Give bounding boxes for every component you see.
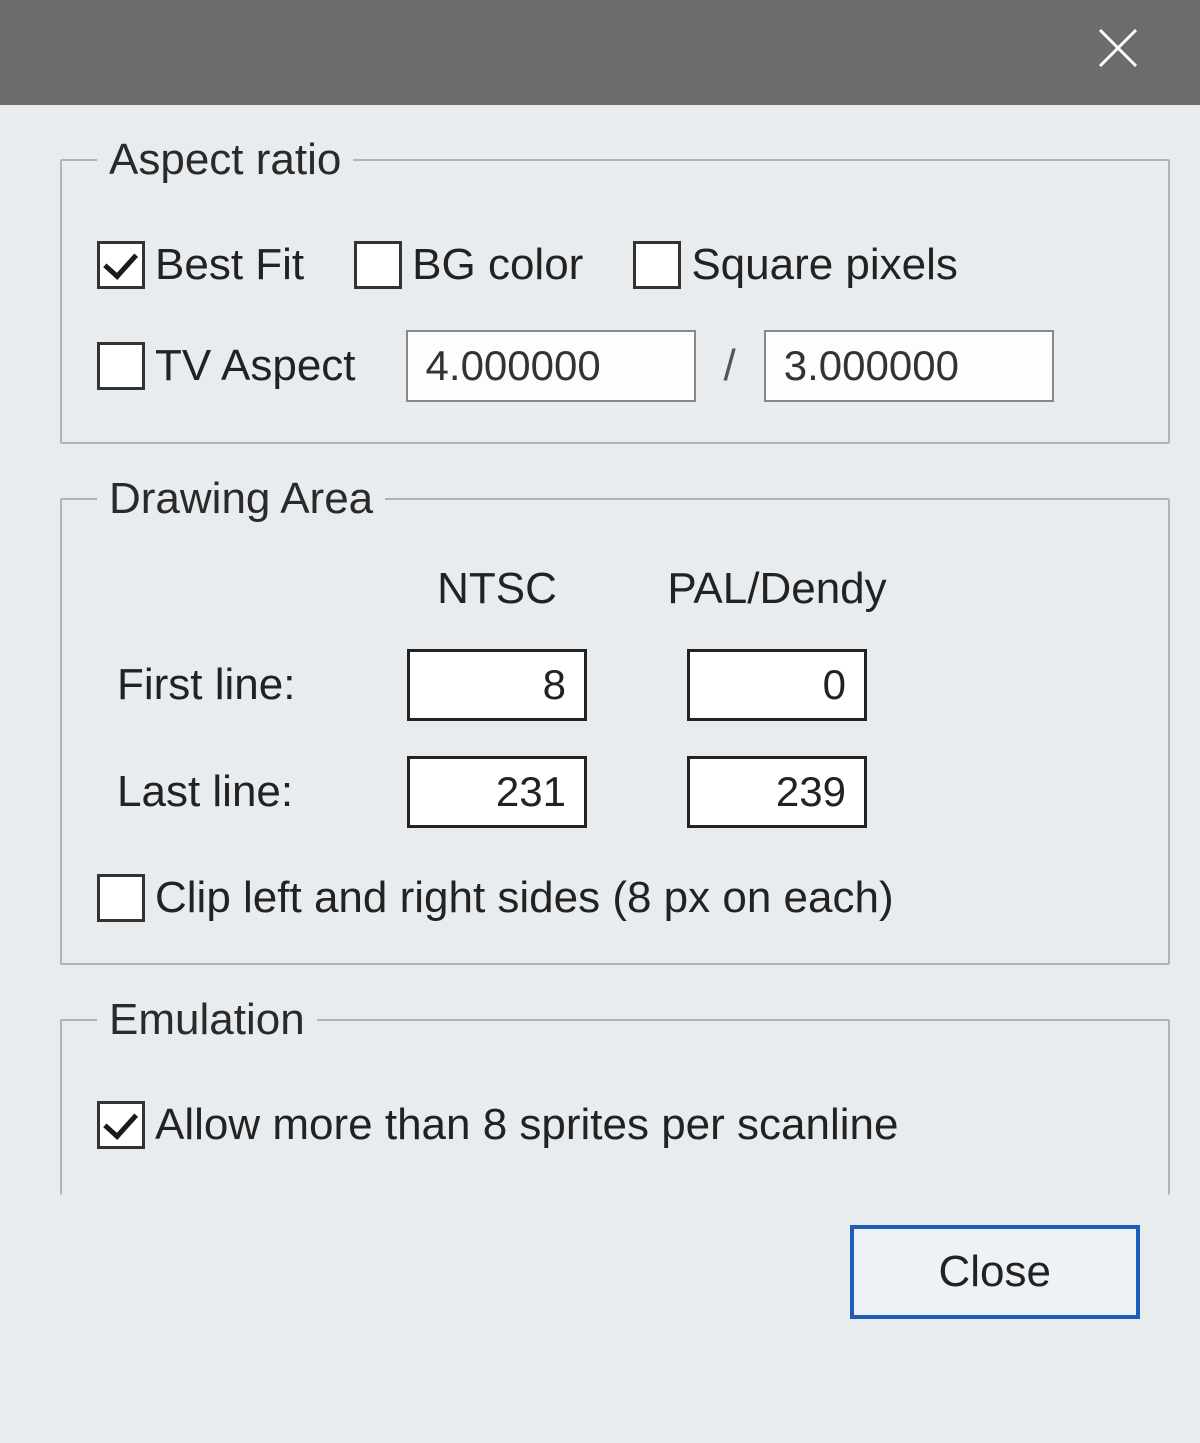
bg-color-checkbox[interactable]: [354, 241, 402, 289]
last-line-label: Last line:: [97, 767, 387, 817]
aspect-ratio-legend: Aspect ratio: [97, 135, 353, 185]
bg-color-label: BG color: [412, 240, 583, 290]
drawing-area-group: Drawing Area NTSC PAL/Dendy First line: …: [60, 474, 1170, 965]
allow-sprites-checkbox[interactable]: [97, 1101, 145, 1149]
ratio-separator: /: [724, 341, 736, 391]
titlebar: [0, 0, 1200, 105]
emulation-legend: Emulation: [97, 995, 317, 1045]
first-line-label: First line:: [97, 660, 387, 710]
emulation-group: Emulation Allow more than 8 sprites per …: [60, 995, 1170, 1195]
aspect-ratio-group: Aspect ratio Best Fit BG color Square pi…: [60, 135, 1170, 444]
drawing-area-legend: Drawing Area: [97, 474, 385, 524]
last-line-ntsc-input[interactable]: [407, 756, 587, 828]
square-pixels-checkbox[interactable]: [633, 241, 681, 289]
allow-sprites-label: Allow more than 8 sprites per scanline: [155, 1100, 898, 1150]
best-fit-label: Best Fit: [155, 240, 304, 290]
tv-aspect-checkbox[interactable]: [97, 342, 145, 390]
square-pixels-label: Square pixels: [691, 240, 958, 290]
best-fit-checkbox[interactable]: [97, 241, 145, 289]
ntsc-header: NTSC: [387, 564, 607, 614]
clip-sides-label: Clip left and right sides (8 px on each): [155, 873, 894, 923]
last-line-pal-input[interactable]: [687, 756, 867, 828]
pal-header: PAL/Dendy: [667, 564, 887, 614]
ratio-numerator-input[interactable]: [406, 330, 696, 402]
tv-aspect-label: TV Aspect: [155, 341, 356, 391]
dialog-content: Aspect ratio Best Fit BG color Square pi…: [0, 105, 1200, 1359]
first-line-ntsc-input[interactable]: [407, 649, 587, 721]
first-line-pal-input[interactable]: [687, 649, 867, 721]
ratio-denominator-input[interactable]: [764, 330, 1054, 402]
close-icon[interactable]: [1076, 16, 1160, 89]
close-button[interactable]: Close: [850, 1225, 1141, 1319]
clip-sides-checkbox[interactable]: [97, 874, 145, 922]
